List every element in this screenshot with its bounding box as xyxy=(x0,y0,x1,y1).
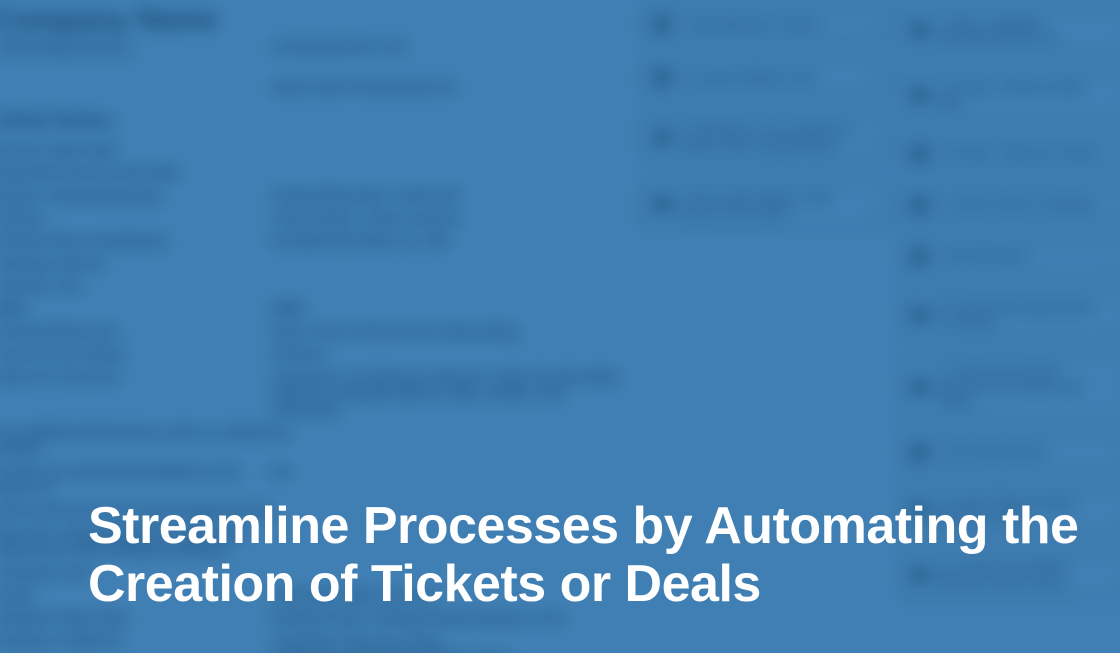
headline-text: Streamline Processes by Automating the C… xyxy=(88,497,1080,613)
